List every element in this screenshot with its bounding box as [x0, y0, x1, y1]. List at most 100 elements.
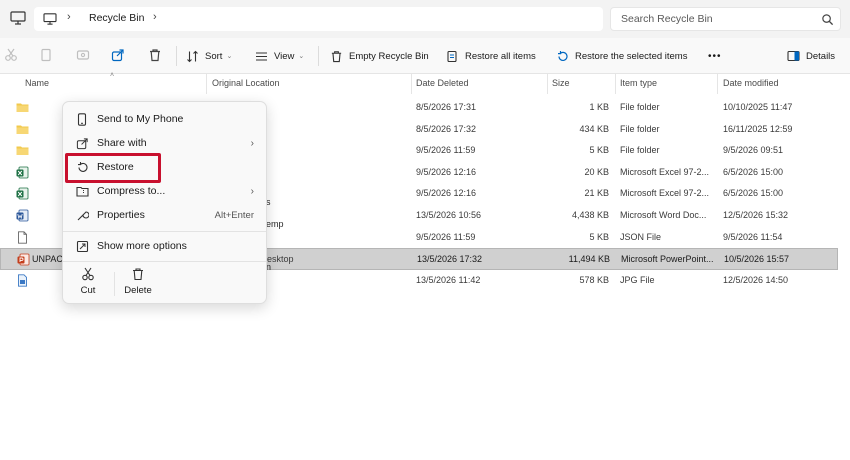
column-header-size[interactable]: Size [552, 78, 570, 88]
menu-item-label: Restore [97, 161, 134, 173]
menu-item-show-more-options[interactable]: Show more options [69, 235, 262, 257]
menu-item-properties[interactable]: Properties Alt+Enter [69, 204, 262, 226]
cell-date-modified: 12/5/2026 15:32 [723, 210, 789, 220]
column-header-date-deleted[interactable]: Date Deleted [416, 78, 469, 88]
shortcut-label: Alt+Enter [214, 209, 254, 221]
cell-size: 11,494 KB [568, 254, 610, 265]
restore-all-button[interactable]: Restore all items [446, 46, 536, 66]
toolbar-divider [176, 46, 177, 66]
column-header-name[interactable]: Name [25, 78, 49, 88]
cell-item-type: File folder [620, 102, 660, 112]
cell-size: 434 KB [579, 123, 609, 134]
address-row: › Recycle Bin › Search Recycle Bin [0, 0, 850, 38]
empty-recycle-bin-button[interactable]: Empty Recycle Bin [330, 46, 429, 66]
empty-recycle-bin-label: Empty Recycle Bin [349, 50, 429, 62]
context-menu: Send to My Phone Share with › Restore Co… [62, 101, 267, 304]
more-options-button[interactable]: ••• [708, 46, 722, 66]
restore-icon [75, 160, 89, 174]
cell-date-modified: 9/5/2026 09:51 [723, 145, 784, 156]
chevron-right-icon[interactable]: › [153, 11, 157, 23]
column-header-original-location[interactable]: Original Location [212, 78, 280, 88]
excel-icon [16, 187, 29, 200]
cell-item-type: Microsoft Excel 97-2... [620, 188, 710, 199]
cell-item-type: Microsoft Word Doc... [620, 210, 707, 220]
cell-date-deleted: 9/5/2026 11:59 [416, 145, 476, 156]
details-pane-icon [787, 50, 800, 62]
delete-icon[interactable] [147, 47, 163, 63]
sort-label: Sort [205, 50, 223, 62]
search-icon[interactable] [821, 13, 834, 26]
cell-date-deleted: 8/5/2026 17:32 [416, 123, 477, 134]
cell-size: 578 KB [579, 274, 609, 285]
show-more-icon [75, 239, 89, 253]
cell-date-modified: 9/5/2026 11:54 [723, 231, 783, 242]
cell-date-modified: 16/11/2025 12:59 [723, 123, 793, 134]
cell-date-modified: 6/5/2026 15:00 [723, 188, 784, 199]
menu-item-restore[interactable]: Restore [69, 156, 262, 178]
cell-date-modified: 10/5/2026 15:57 [724, 254, 790, 265]
view-button[interactable]: View ⌄ [255, 46, 304, 66]
search-placeholder: Search Recycle Bin [621, 13, 713, 25]
menu-delete-button[interactable]: Delete [118, 267, 158, 301]
column-divider[interactable] [547, 74, 548, 94]
menu-item-label: Compress to... [97, 185, 166, 197]
original-location-partial: emp [266, 219, 284, 229]
details-button[interactable]: Details [787, 46, 835, 66]
cell-date-deleted: 9/5/2026 11:59 [416, 231, 476, 242]
menu-item-label: Show more options [97, 240, 187, 252]
menu-delete-label: Delete [124, 285, 152, 296]
cell-item-type: File folder [620, 123, 660, 134]
sort-icon [187, 50, 198, 62]
column-divider[interactable] [615, 74, 616, 94]
image-icon [16, 274, 29, 287]
cell-date-deleted: 13/5/2026 17:32 [417, 254, 483, 265]
recycle-bin-icon [331, 50, 342, 62]
cell-item-type: File folder [620, 145, 660, 156]
address-monitor-icon[interactable] [42, 11, 58, 27]
menu-item-label: Properties [97, 209, 145, 221]
search-input[interactable]: Search Recycle Bin [610, 7, 841, 31]
details-label: Details [806, 50, 836, 62]
phone-icon [75, 112, 89, 126]
word-icon [16, 209, 29, 222]
cell-date-deleted: 9/5/2026 12:16 [416, 188, 477, 199]
cell-size: 4,438 KB [571, 210, 609, 220]
column-divider[interactable] [411, 74, 412, 94]
scissors-icon [82, 267, 94, 281]
column-header-date-modified[interactable]: Date modified [723, 78, 779, 88]
rename-icon[interactable] [75, 47, 91, 63]
menu-cut-label: Cut [80, 285, 96, 296]
menu-item-send-to-phone[interactable]: Send to My Phone [69, 108, 262, 130]
view-icon [256, 51, 267, 61]
copy-icon[interactable] [38, 47, 54, 63]
monitor-icon[interactable] [8, 8, 28, 28]
cut-icon[interactable] [3, 47, 19, 63]
cell-size: 21 KB [584, 188, 609, 199]
menu-item-label: Send to My Phone [97, 113, 184, 125]
chevron-right-icon[interactable]: › [67, 11, 71, 23]
command-bar: Sort ⌄ View ⌄ Empty Recycle Bin Restore … [0, 38, 850, 74]
menu-item-label: Share with [97, 137, 147, 149]
menu-item-share-with[interactable]: Share with › [69, 132, 262, 154]
share-icon[interactable] [110, 47, 126, 63]
menu-item-compress-to[interactable]: Compress to... › [69, 180, 262, 202]
cell-date-modified: 10/10/2025 11:47 [723, 102, 793, 112]
cell-date-modified: 6/5/2026 15:00 [723, 166, 784, 177]
column-divider[interactable] [717, 74, 718, 94]
restore-selected-button[interactable]: Restore the selected items [556, 46, 687, 66]
cell-item-type: Microsoft PowerPoint... [621, 254, 714, 265]
cell-item-type: JPG File [620, 274, 655, 285]
chevron-right-icon: › [250, 185, 254, 197]
share-icon [75, 136, 89, 150]
sort-button[interactable]: Sort ⌄ [186, 46, 232, 66]
menu-cut-button[interactable]: Cut [68, 267, 108, 301]
cell-date-deleted: 9/5/2026 12:16 [416, 166, 477, 177]
column-divider[interactable] [206, 74, 207, 94]
cell-date-deleted: 8/5/2026 17:31 [416, 102, 477, 112]
folder-icon [16, 101, 29, 114]
breadcrumb[interactable]: Recycle Bin [89, 12, 144, 24]
folder-icon [16, 144, 29, 157]
cell-size: 1 KB [589, 102, 609, 112]
cell-item-type: JSON File [620, 231, 662, 242]
column-header-item-type[interactable]: Item type [620, 78, 657, 88]
